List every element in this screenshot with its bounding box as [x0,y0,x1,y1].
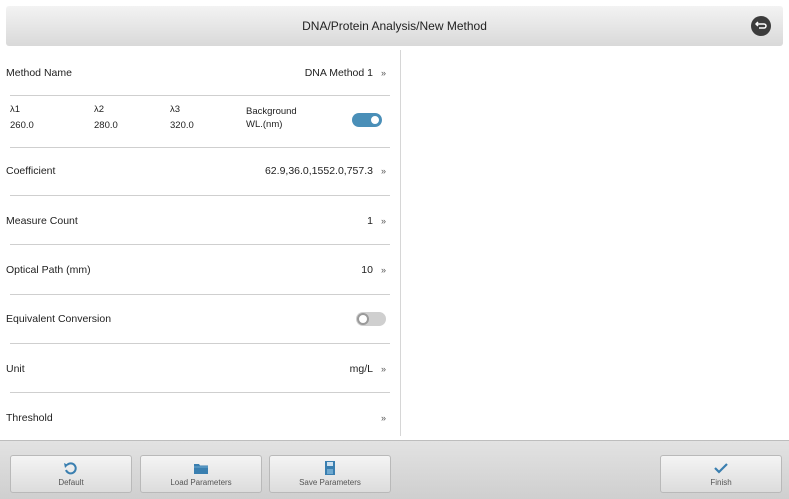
chevron-right-icon: » [380,364,386,374]
unit-row[interactable]: Unit mg/L » [6,358,386,380]
chevron-right-icon: » [380,216,386,226]
load-parameters-label: Load Parameters [170,478,232,487]
wavelength-3-label: λ3 [170,104,181,115]
measure-count-row[interactable]: Measure Count 1 » [6,210,386,232]
save-disk-icon [325,461,335,475]
wavelength-3-value: 320.0 [170,120,194,131]
coefficient-value: 62.9,36.0,1552.0,757.3 [264,165,373,177]
toggle-knob [369,114,381,126]
toggle-knob [357,313,369,325]
wavelength-grid: λ1 260.0 λ2 280.0 λ3 320.0 Background WL… [10,102,386,144]
equivalent-conversion-row: Equivalent Conversion [6,308,386,330]
wavelength-1[interactable]: λ1 260.0 [10,102,34,134]
chevron-right-icon: » [380,265,386,275]
panel-divider [400,50,401,436]
equivalent-conversion-label: Equivalent Conversion [6,313,112,325]
wavelength-2-value: 280.0 [94,120,118,131]
chevron-right-icon: » [380,413,386,423]
coefficient-label: Coefficient [6,165,56,177]
divider [10,244,390,245]
wavelength-1-value: 260.0 [10,120,34,131]
method-name-value: DNA Method 1 [304,67,373,79]
background-wl-label: Background WL.(nm) [246,106,297,130]
default-label: Default [58,478,84,487]
equivalent-conversion-toggle[interactable] [356,312,386,326]
threshold-label: Threshold [6,412,53,424]
coefficient-row[interactable]: Coefficient 62.9,36.0,1552.0,757.3 » [6,160,386,182]
divider [10,392,390,393]
divider [10,294,390,295]
return-arrow-icon [755,21,767,29]
unit-value: mg/L [349,363,373,375]
page-title: DNA/Protein Analysis/New Method [302,19,487,33]
folder-icon [194,464,208,474]
default-button[interactable]: Default [10,455,132,493]
divider [10,343,390,344]
measure-count-value: 1 [367,215,373,227]
save-parameters-button[interactable]: Save Parameters [269,455,391,493]
wavelength-3[interactable]: λ3 320.0 [170,102,194,134]
method-name-label: Method Name [6,67,72,79]
title-bar: DNA/Protein Analysis/New Method [6,6,783,46]
optical-path-row[interactable]: Optical Path (mm) 10 » [6,259,386,281]
threshold-row[interactable]: Threshold » [6,407,386,429]
wavelength-2-label: λ2 [94,104,105,115]
finish-label: Finish [710,478,732,487]
unit-label: Unit [6,363,25,375]
optical-path-value: 10 [361,264,373,276]
optical-path-label: Optical Path (mm) [6,264,91,276]
method-name-row[interactable]: Method Name DNA Method 1 » [6,62,386,84]
background-wl-toggle[interactable] [352,113,382,127]
divider [10,195,390,196]
reset-arrow-icon [64,462,77,475]
divider [10,95,390,96]
chevron-right-icon: » [380,68,386,78]
chevron-right-icon: » [380,166,386,176]
checkmark-icon [714,463,728,474]
wavelength-1-label: λ1 [10,104,21,115]
wavelength-2[interactable]: λ2 280.0 [94,102,118,134]
load-parameters-button[interactable]: Load Parameters [140,455,262,493]
divider [10,147,390,148]
finish-button[interactable]: Finish [660,455,782,493]
save-parameters-label: Save Parameters [299,478,361,487]
back-button[interactable] [751,16,771,36]
measure-count-label: Measure Count [6,215,78,227]
